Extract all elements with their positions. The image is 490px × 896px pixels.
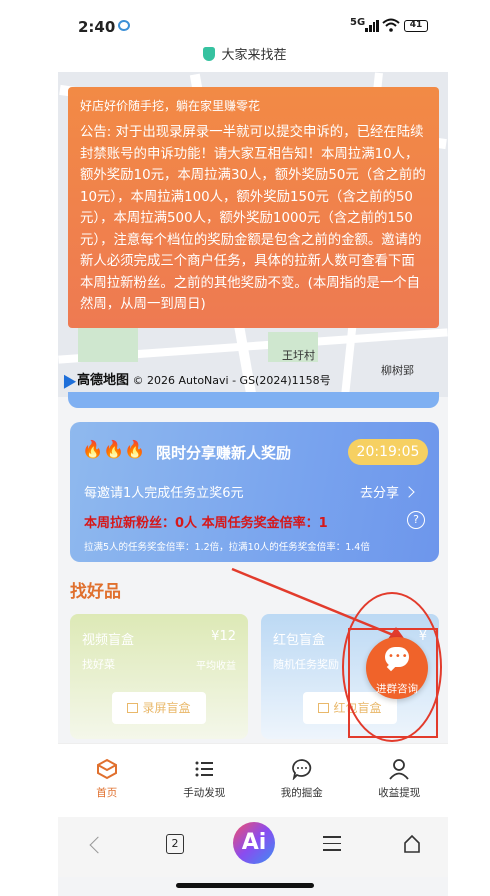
amap-logo-icon <box>58 371 77 389</box>
countdown-timer: 20:19:05 <box>348 439 428 465</box>
map-copyright: © 2026 AutoNavi - GS(2024)1158号 <box>132 374 331 387</box>
weekly-stats: 本周拉新粉丝：0人 本周任务奖金倍率：1 <box>84 516 328 531</box>
tab-count-button[interactable]: 2 <box>166 834 184 854</box>
button-label: 录屏盲盒 <box>142 701 191 715</box>
home-cube-icon <box>96 758 117 780</box>
tab-label: 我的掘金 <box>280 787 323 799</box>
tab-withdraw[interactable]: 收益提现 <box>351 744 449 817</box>
tab-my-earnings[interactable]: 我的掘金 <box>253 744 351 817</box>
join-group-label: 进群咨询 <box>376 683 418 695</box>
menu-icon[interactable] <box>323 836 341 856</box>
tab-label: 手动发现 <box>183 787 226 799</box>
chat-bubble-icon <box>291 759 311 780</box>
tab-label: 收益提现 <box>378 787 421 799</box>
card-caption: 平均收益 <box>196 661 236 672</box>
card-subtitle: 找好菜 <box>82 658 115 671</box>
gift-icon <box>127 703 139 713</box>
list-icon <box>195 761 214 777</box>
browser-nav-bar: 2 Ai <box>58 817 448 877</box>
video-blind-box-card[interactable]: 视频盲盒 ¥12 找好菜 平均收益 录屏盲盒 <box>70 614 248 739</box>
share-card-title: 限时分享赚新人奖励 <box>156 444 292 462</box>
previous-card-edge <box>68 392 439 408</box>
wifi-icon <box>382 18 400 32</box>
notification-icon <box>118 20 130 31</box>
shield-icon <box>203 47 216 61</box>
chat-dots: ••• <box>388 651 409 662</box>
map-attribution: 高德地图 © 2026 AutoNavi - GS(2024)1158号 <box>58 369 331 389</box>
tab-label: 首页 <box>96 787 118 799</box>
help-icon[interactable]: ? <box>407 511 425 529</box>
fire-icon: 🔥🔥🔥 <box>82 440 146 460</box>
record-box-button[interactable]: 录屏盲盒 <box>112 692 206 724</box>
network-label: 5G <box>350 17 366 28</box>
status-time: 2:40 <box>78 18 116 36</box>
share-reward-card[interactable]: 🔥🔥🔥 限时分享赚新人奖励 20:19:05 每邀请1人完成任务立奖6元 去分享… <box>70 422 439 562</box>
section-title: 找好品 <box>70 582 121 602</box>
announcement-slogan: 好店好价随手挖，躺在家里赚零花 <box>80 99 261 113</box>
back-icon[interactable] <box>89 836 107 854</box>
home-icon[interactable] <box>403 834 421 854</box>
map-provider: 高德地图 <box>77 373 130 388</box>
status-bar: 2:40 5G 41 <box>0 0 490 48</box>
home-indicator <box>176 883 314 888</box>
ai-assistant-button[interactable]: Ai <box>233 822 275 864</box>
battery-icon: 41 <box>404 20 428 32</box>
go-share-link[interactable]: 去分享 <box>360 482 415 501</box>
announcement-body: 公告: 对于出现录屏录一半就可以提交申诉的，已经在陆续封禁账号的申诉功能！请大家… <box>80 125 426 312</box>
tab-discover[interactable]: 手动发现 <box>156 744 254 817</box>
page-title-bar: 大家来找茬 <box>0 44 490 72</box>
gift-icon <box>318 703 330 713</box>
announcement-panel: 好店好价随手挖，躺在家里赚零花 公告: 对于出现录屏录一半就可以提交申诉的，已经… <box>68 87 439 328</box>
signal-icon <box>365 20 379 32</box>
share-rule-text: 每邀请1人完成任务立奖6元 <box>84 486 244 501</box>
card-subtitle: 随机任务奖励 <box>273 658 339 671</box>
multiplier-note: 拉满5人的任务奖金倍率：1.2倍，拉满10人的任务奖金倍率：1.4倍 <box>84 542 370 553</box>
join-group-button[interactable]: ••• 进群咨询 <box>366 637 428 699</box>
map-place-label: 王圩村 <box>282 349 315 362</box>
chevron-right-icon <box>403 486 415 498</box>
page-title: 大家来找茬 <box>221 48 287 63</box>
tab-home[interactable]: 首页 <box>58 744 156 817</box>
bottom-tab-bar: 首页 手动发现 我的掘金 收益提现 <box>58 743 448 817</box>
map-place-label: 柳树郢 <box>381 364 414 377</box>
go-share-label: 去分享 <box>360 486 400 501</box>
person-icon <box>389 759 409 780</box>
card-name: 视频盲盒 <box>82 633 135 648</box>
